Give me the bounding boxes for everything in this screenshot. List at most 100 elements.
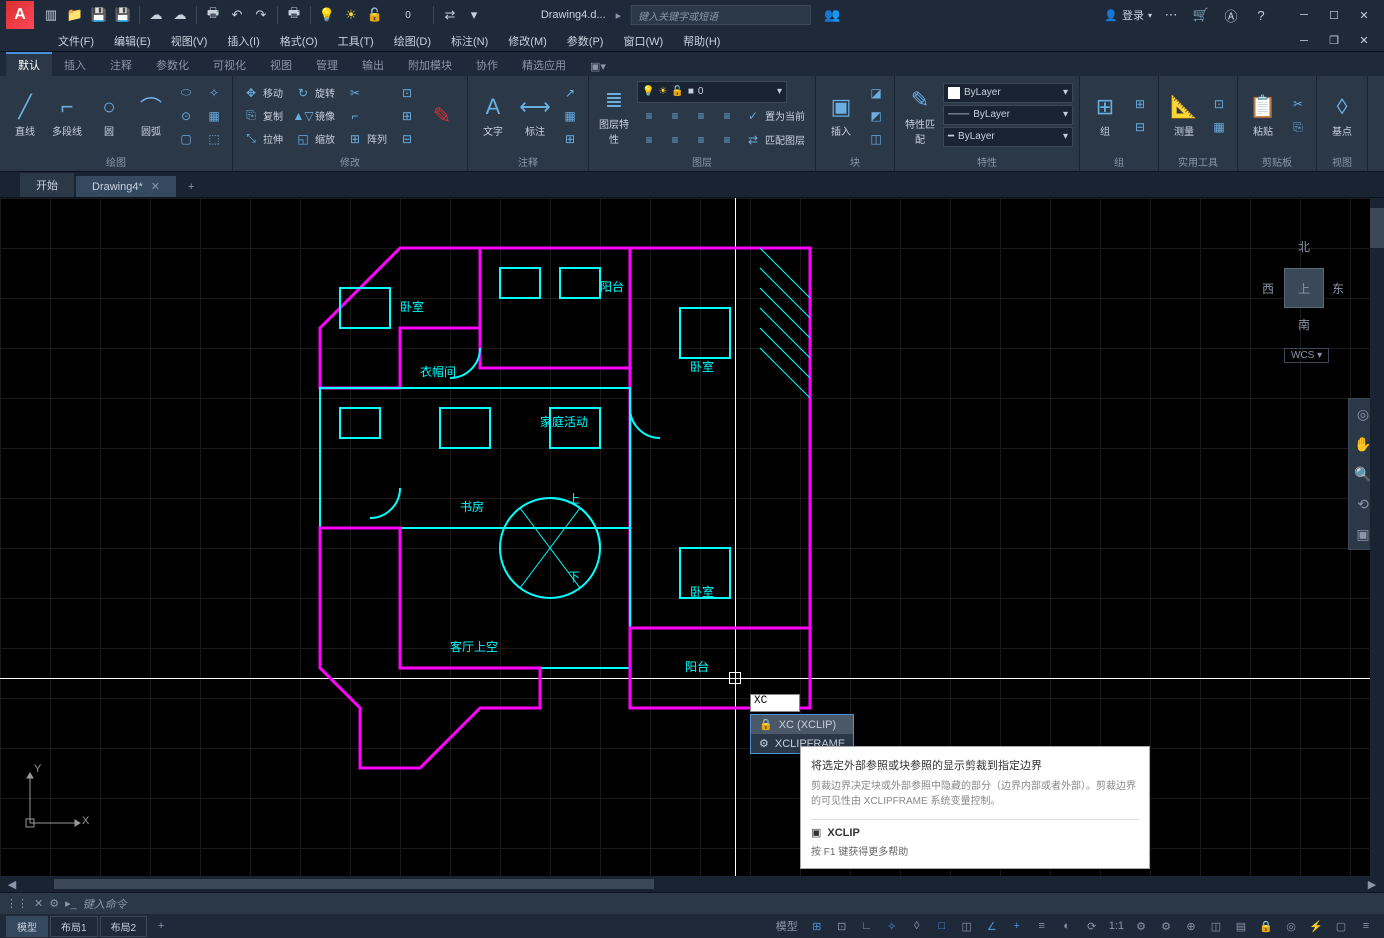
- app-logo[interactable]: A: [6, 1, 34, 29]
- draw-tool-1[interactable]: ⬭: [174, 82, 198, 104]
- stretch-button[interactable]: ⤡拉伸: [239, 128, 287, 150]
- view-cube[interactable]: 北 南 西 东 上 WCS ▾: [1254, 218, 1354, 358]
- copy-button[interactable]: ⎘复制: [239, 105, 287, 127]
- open-icon[interactable]: 📁: [64, 4, 86, 26]
- login-button[interactable]: 👤 登录 ▾: [1104, 7, 1152, 23]
- close-tab-icon[interactable]: ✕: [151, 180, 160, 193]
- draw-tool-3[interactable]: ▢: [174, 128, 198, 150]
- tab-output[interactable]: 输出: [350, 54, 396, 76]
- group-button[interactable]: ⊞组: [1086, 91, 1124, 140]
- grp-t1[interactable]: ⊞: [1128, 93, 1152, 115]
- layer-b4[interactable]: ≡: [715, 129, 739, 151]
- qp-toggle[interactable]: ▤: [1229, 916, 1253, 936]
- save-icon[interactable]: 💾: [88, 4, 110, 26]
- isodraft-toggle[interactable]: ◊: [905, 916, 929, 936]
- saveas-icon[interactable]: 💾: [112, 4, 134, 26]
- minimize-button[interactable]: ─: [1290, 5, 1318, 25]
- infocenter-icon[interactable]: 👥: [821, 4, 843, 26]
- scale-value[interactable]: 0: [388, 4, 428, 26]
- dynamic-command-input[interactable]: XC: [750, 694, 800, 712]
- add-tab-button[interactable]: +: [178, 177, 204, 197]
- trim-button[interactable]: ✂: [343, 82, 391, 104]
- cut-button[interactable]: ✂: [1286, 93, 1310, 115]
- layout2-tab[interactable]: 布局2: [100, 916, 148, 937]
- hscroll-right-icon[interactable]: ▶: [1360, 874, 1384, 894]
- polar-toggle[interactable]: ✧: [880, 916, 904, 936]
- layer-t4[interactable]: ≡: [715, 105, 739, 127]
- layer-t1[interactable]: ≡: [637, 105, 661, 127]
- menu-file[interactable]: 文件(F): [48, 30, 104, 51]
- print-icon[interactable]: 🖶: [283, 4, 305, 26]
- leader-button[interactable]: ↗: [558, 82, 582, 104]
- undo-icon[interactable]: ↶: [226, 4, 248, 26]
- hwaccel-toggle[interactable]: ⚡: [1304, 916, 1328, 936]
- mod-t2[interactable]: ⊞: [395, 105, 419, 127]
- ortho-toggle[interactable]: ∟: [855, 916, 879, 936]
- grid-toggle[interactable]: ⊞: [805, 916, 829, 936]
- tab-visualize[interactable]: 可视化: [201, 54, 258, 76]
- otrack-toggle[interactable]: ∠: [980, 916, 1004, 936]
- redo-icon[interactable]: ↷: [250, 4, 272, 26]
- paste-button[interactable]: 📋粘贴: [1244, 91, 1282, 140]
- layer-properties-button[interactable]: ≣图层特性: [595, 84, 633, 148]
- menu-view[interactable]: 视图(V): [161, 30, 218, 51]
- linetype-dropdown[interactable]: ───ByLayer▾: [943, 105, 1073, 125]
- 3dosnap-toggle[interactable]: ◫: [955, 916, 979, 936]
- color-dropdown[interactable]: ByLayer▾: [943, 83, 1073, 103]
- copy-clip-button[interactable]: ⎘: [1286, 116, 1310, 138]
- layout1-tab[interactable]: 布局1: [50, 916, 98, 937]
- menu-insert[interactable]: 插入(I): [217, 30, 269, 51]
- lock-ui-toggle[interactable]: 🔒: [1254, 916, 1278, 936]
- move-button[interactable]: ✥移动: [239, 82, 287, 104]
- anno-viz-toggle[interactable]: ⚙: [1129, 916, 1153, 936]
- layer-t2[interactable]: ≡: [663, 105, 687, 127]
- anno-t3[interactable]: ⊞: [558, 128, 582, 150]
- bulb-icon[interactable]: 💡: [316, 4, 338, 26]
- util-t1[interactable]: ⊡: [1207, 93, 1231, 115]
- horizontal-scrollbar[interactable]: [24, 878, 1360, 890]
- snap-toggle[interactable]: ⊡: [830, 916, 854, 936]
- file-tab-drawing[interactable]: Drawing4* ✕: [76, 176, 176, 197]
- block-t2[interactable]: ◩: [864, 105, 888, 127]
- tab-annotate[interactable]: 注释: [98, 54, 144, 76]
- drawing-canvas[interactable]: 卧室 阳台 卧室 衣帽间 家庭活动 书房 上 下 卧室 客厅上空 阳台 XC 🔒…: [0, 198, 1384, 876]
- customize-button[interactable]: ≡: [1354, 916, 1378, 936]
- measure-button[interactable]: 📐测量: [1165, 91, 1203, 140]
- tab-featured[interactable]: 精选应用: [510, 54, 578, 76]
- draw-tool-6[interactable]: ⬚: [202, 128, 226, 150]
- block-t3[interactable]: ◫: [864, 128, 888, 150]
- isolate-toggle[interactable]: ◎: [1279, 916, 1303, 936]
- osnap-toggle[interactable]: □: [930, 916, 954, 936]
- draw-tool-2[interactable]: ⊙: [174, 105, 198, 127]
- dropdown-icon[interactable]: ▾: [463, 4, 485, 26]
- doc-restore-button[interactable]: ❐: [1320, 31, 1348, 51]
- menu-draw[interactable]: 绘图(D): [384, 30, 441, 51]
- doc-minimize-button[interactable]: ─: [1290, 31, 1318, 51]
- layer-b2[interactable]: ≡: [663, 129, 687, 151]
- wcs-label[interactable]: WCS ▾: [1284, 348, 1329, 363]
- app-icon[interactable]: Ⓐ: [1220, 4, 1242, 26]
- units-toggle[interactable]: ◫: [1204, 916, 1228, 936]
- web-save-icon[interactable]: ☁: [169, 4, 191, 26]
- menu-edit[interactable]: 编辑(E): [104, 30, 161, 51]
- block-t1[interactable]: ◪: [864, 82, 888, 104]
- make-current-button[interactable]: ✓置为当前: [741, 105, 809, 127]
- line-button[interactable]: ╱直线: [6, 91, 44, 140]
- layer-b3[interactable]: ≡: [689, 129, 713, 151]
- arc-button[interactable]: ⌒圆弧: [132, 91, 170, 140]
- model-space-button[interactable]: 模型: [770, 916, 804, 936]
- menu-tools[interactable]: 工具(T): [328, 30, 384, 51]
- doc-close-button[interactable]: ✕: [1350, 31, 1378, 51]
- fillet-button[interactable]: ⌐: [343, 105, 391, 127]
- tab-default[interactable]: 默认: [6, 52, 52, 76]
- add-layout-button[interactable]: +: [149, 916, 173, 936]
- annomonitor-toggle[interactable]: ⊕: [1179, 916, 1203, 936]
- base-button[interactable]: ◊基点: [1323, 91, 1361, 140]
- close-button[interactable]: ✕: [1350, 5, 1378, 25]
- cleanscreen-button[interactable]: ▢: [1329, 916, 1353, 936]
- table-button[interactable]: ▦: [558, 105, 582, 127]
- vertical-scrollbar[interactable]: [1370, 198, 1384, 876]
- autocomplete-item[interactable]: 🔒XC (XCLIP): [751, 715, 853, 734]
- file-tab-start[interactable]: 开始: [20, 173, 74, 197]
- erase-button[interactable]: ✎: [423, 100, 461, 132]
